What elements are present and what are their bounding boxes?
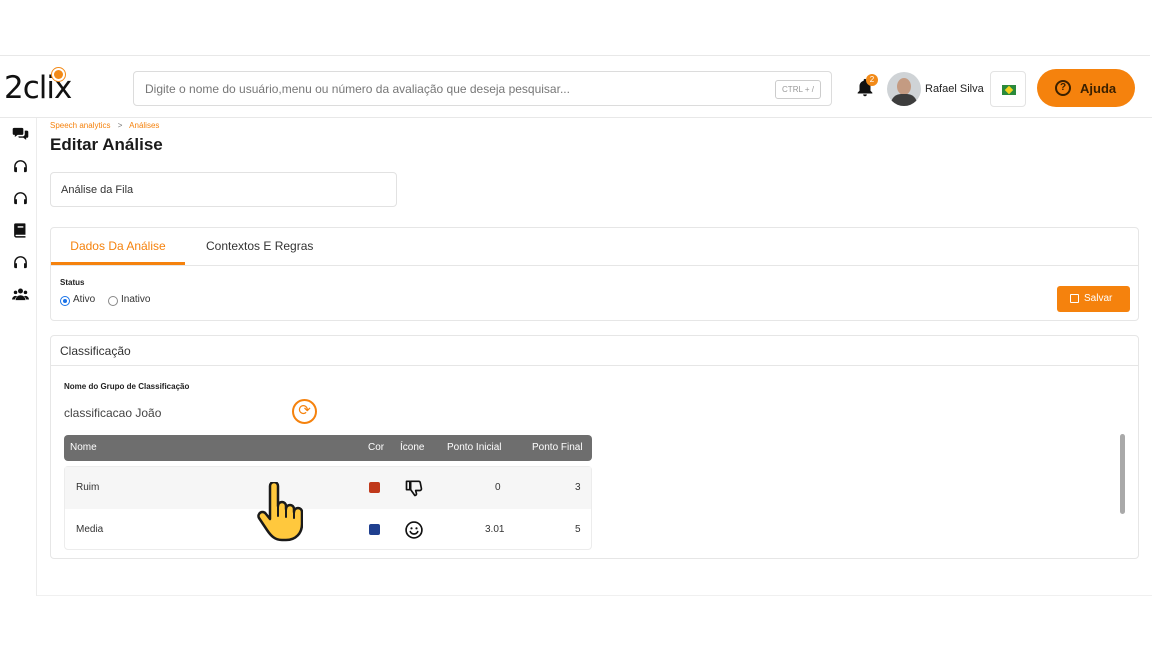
classification-card: Classificação Nome do Grupo de Classific… [50,335,1139,559]
classification-title: Classificação [60,344,131,358]
table-row[interactable]: Media 3.01 5 [65,509,591,551]
page-title: Editar Análise [50,135,163,154]
question-icon: ? [1055,80,1071,96]
tabs-divider [51,265,1138,266]
tab-contextos-e-regras[interactable]: Contextos E Regras [206,228,313,265]
refresh-icon[interactable]: ⟳ [292,399,317,424]
radio-ativo-label[interactable]: Ativo [73,294,95,305]
notification-badge: 2 [866,74,878,86]
thumbs-down-icon [405,480,423,497]
breadcrumb-separator: > [117,121,123,130]
logo[interactable]: 2clix [4,68,86,110]
column-header-nome: Nome [70,442,97,453]
analysis-name-field[interactable]: Análise da Fila [50,172,397,207]
help-button[interactable]: ? Ajuda [1037,69,1135,107]
avatar-body [891,94,917,106]
cell-ponto-inicial: 3.01 [485,524,505,535]
search-input[interactable]: Digite o nome do usuário,menu ou número … [133,71,832,106]
table-header: Nome Cor Ícone Ponto Inicial Ponto Final [64,435,592,461]
search-placeholder: Digite o nome do usuário,menu ou número … [145,82,570,96]
classification-table: Nome Cor Ícone Ponto Inicial Ponto Final… [64,435,592,550]
column-header-cor: Cor [368,442,385,453]
sidebar-divider [36,118,37,596]
avatar-head [897,78,911,95]
app-window: 2clix Digite o nome do usuário,menu ou n… [0,0,1152,648]
scrollbar[interactable] [1120,434,1125,514]
group-name-label: Nome do Grupo de Classificação [64,382,190,391]
radio-inativo-label[interactable]: Inativo [121,294,150,305]
cell-ponto-final: 3 [575,482,581,493]
radio-inativo[interactable] [108,296,118,306]
header-divider [0,117,1152,118]
save-button[interactable]: Salvar [1057,286,1130,312]
column-header-ponto-inicial: Ponto Inicial [447,442,502,453]
headset-icon[interactable] [12,254,29,271]
save-label: Salvar [1084,293,1113,304]
table-row[interactable]: Ruim 0 3 [65,467,591,509]
group-name-value: classificacao João [64,406,162,420]
user-name[interactable]: Rafael Silva [925,83,984,95]
top-divider [0,55,1150,56]
book-icon[interactable] [12,222,29,239]
cell-nome: Ruim [76,482,100,493]
footer-divider [37,595,1152,596]
status-label: Status [60,278,85,287]
cell-ponto-inicial: 0 [495,482,501,493]
logo-dot [54,70,63,79]
cell-nome: Media [76,524,104,535]
column-header-icone: Ícone [400,442,425,453]
table-body: Ruim 0 3 Media 3.01 5 [64,466,592,550]
search-shortcut-badge: CTRL + / [775,80,821,99]
breadcrumb: Speech analytics > Análises [50,121,159,130]
tab-dados-da-analise[interactable]: Dados Da Análise [51,228,185,265]
users-group-icon[interactable] [12,286,29,303]
analysis-data-card: Dados Da Análise Contextos E Regras Stat… [50,227,1139,321]
brazil-flag-icon [1002,85,1016,95]
color-swatch [369,524,380,535]
help-label: Ajuda [1080,81,1117,96]
column-header-ponto-final: Ponto Final [532,442,583,453]
cell-ponto-final: 5 [575,524,581,535]
chat-bubbles-icon[interactable] [12,125,29,142]
floppy-disk-icon [1070,294,1079,303]
classification-divider [51,365,1138,366]
hand-pointer-cursor-icon [257,482,303,542]
headset-icon[interactable] [12,158,29,175]
avatar[interactable] [887,72,921,106]
smiley-icon [405,521,423,539]
breadcrumb-parent[interactable]: Speech analytics [50,121,110,130]
language-selector[interactable] [990,71,1026,107]
radio-ativo[interactable] [60,296,70,306]
breadcrumb-current[interactable]: Análises [129,121,159,130]
headset-icon[interactable] [12,190,29,207]
color-swatch [369,482,380,493]
